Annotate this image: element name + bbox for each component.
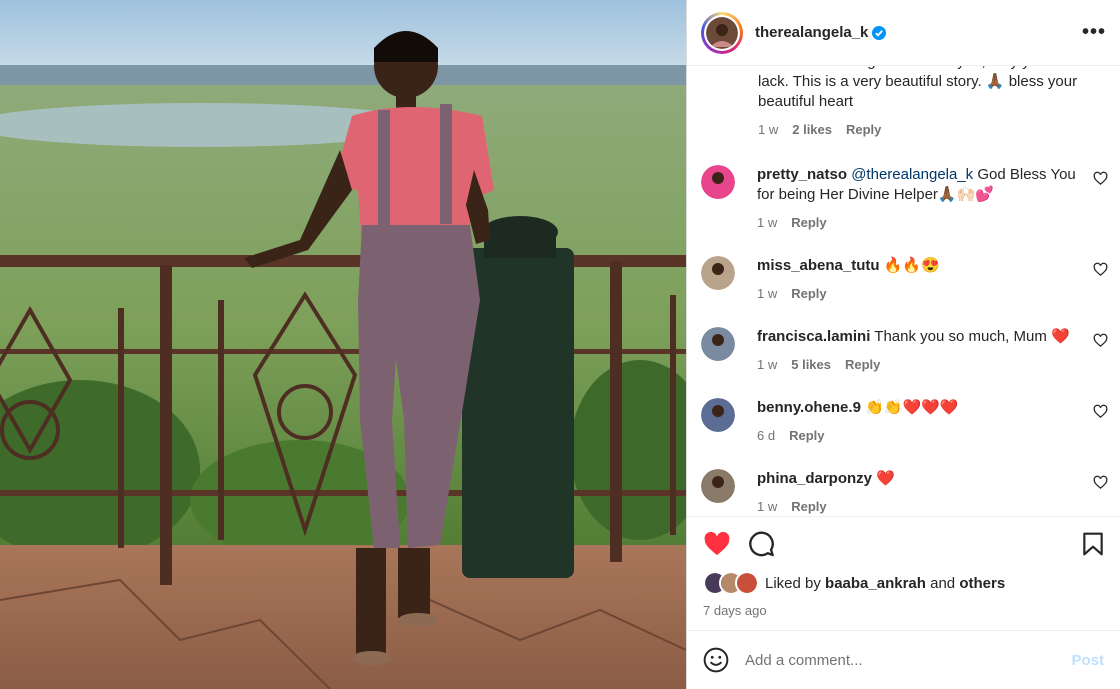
reply-button[interactable]: Reply (791, 497, 826, 515)
author-avatar (706, 16, 738, 49)
comment-input[interactable]: Add a comment... (745, 652, 1071, 669)
mention-link[interactable]: @therealangela_k (851, 166, 973, 183)
comment-item: francisca.lamini Thank you so much, Mum … (687, 327, 1120, 375)
comment-likes[interactable]: 2 likes (792, 120, 832, 140)
comment-text: God. For allowing God to use you, may yo… (758, 66, 1088, 110)
comment-likes[interactable]: 5 likes (791, 355, 831, 375)
add-comment-bar: Add a comment... Post (687, 630, 1120, 689)
commenter-username[interactable]: benny.ohene.9 (757, 399, 861, 416)
liker-username[interactable]: baaba_ankrah (825, 575, 926, 592)
commenter-avatar[interactable] (701, 256, 735, 290)
reply-button[interactable]: Reply (789, 426, 824, 446)
comment-time: 1 w (757, 286, 778, 301)
like-comment-heart-icon[interactable] (1093, 171, 1108, 186)
commenter-username[interactable]: phina_darponzy (757, 470, 872, 487)
post-date[interactable]: 7 days ago (703, 603, 1106, 618)
like-comment-heart-icon[interactable] (1093, 262, 1108, 277)
liker-avatar (735, 571, 759, 595)
comment-text: ❤️ (872, 470, 895, 487)
comment-text: Thank you so much, Mum ❤️ (870, 328, 1070, 345)
reply-button[interactable]: Reply (791, 284, 826, 304)
post-actions: Liked by baaba_ankrah and others 7 days … (687, 516, 1120, 618)
like-comment-heart-icon[interactable] (1093, 333, 1108, 348)
commenter-avatar[interactable] (701, 327, 735, 361)
save-bookmark-icon[interactable] (1080, 531, 1106, 557)
comment-time: 1 w (757, 499, 778, 514)
liked-by-prefix: Liked by (765, 574, 826, 592)
comments-panel: therealangela_k ••• God. For allowing Go… (686, 0, 1120, 689)
like-heart-icon[interactable] (703, 530, 731, 558)
comment-item: benny.ohene.9 👏👏❤️❤️❤️ 6 d Reply (687, 398, 1120, 446)
commenter-avatar[interactable] (701, 165, 735, 199)
story-ring[interactable] (701, 11, 743, 54)
others-link[interactable]: others (959, 575, 1005, 592)
emoji-icon[interactable] (703, 647, 729, 673)
commenter-avatar[interactable] (701, 469, 735, 503)
comment-icon[interactable] (747, 530, 775, 558)
post-image (0, 0, 686, 689)
comment-item: phina_darponzy ❤️ 1 w Reply (687, 469, 1120, 515)
commenter-username[interactable]: francisca.lamini (757, 328, 870, 345)
commenter-username[interactable]: pretty_natso (757, 166, 847, 183)
comment-partial: God. For allowing God to use you, may yo… (687, 66, 1120, 140)
more-options-button[interactable]: ••• (1082, 21, 1106, 44)
comments-list[interactable]: God. For allowing God to use you, may yo… (687, 66, 1120, 515)
comment-text: 👏👏❤️❤️❤️ (860, 399, 959, 416)
reply-button[interactable]: Reply (846, 120, 881, 140)
verified-badge-icon (872, 25, 887, 40)
reply-button[interactable]: Reply (791, 213, 826, 233)
author-username[interactable]: therealangela_k (755, 24, 868, 41)
commenter-avatar[interactable] (701, 398, 735, 432)
likes-summary: Liked by baaba_ankrah and others (703, 571, 1106, 595)
post-comment-button[interactable]: Post (1071, 652, 1104, 669)
liked-by-and: and (925, 574, 960, 592)
comment-time: 1 w (758, 122, 779, 137)
comment-text: 🔥🔥😍 (879, 257, 940, 274)
post-photo[interactable] (0, 0, 686, 689)
like-comment-heart-icon[interactable] (1093, 475, 1108, 490)
like-comment-heart-icon[interactable] (1093, 404, 1108, 419)
comment-time: 1 w (757, 215, 778, 230)
comment-item: pretty_natso @therealangela_k God Bless … (687, 165, 1120, 233)
post-header: therealangela_k ••• (687, 0, 1120, 66)
commenter-username[interactable]: miss_abena_tutu (757, 257, 880, 274)
comment-time: 1 w (757, 357, 778, 372)
comment-time: 6 d (757, 428, 776, 443)
post-dialog: therealangela_k ••• God. For allowing Go… (0, 0, 1120, 689)
reply-button[interactable]: Reply (845, 355, 880, 375)
comment-item: miss_abena_tutu 🔥🔥😍 1 w Reply (687, 256, 1120, 304)
